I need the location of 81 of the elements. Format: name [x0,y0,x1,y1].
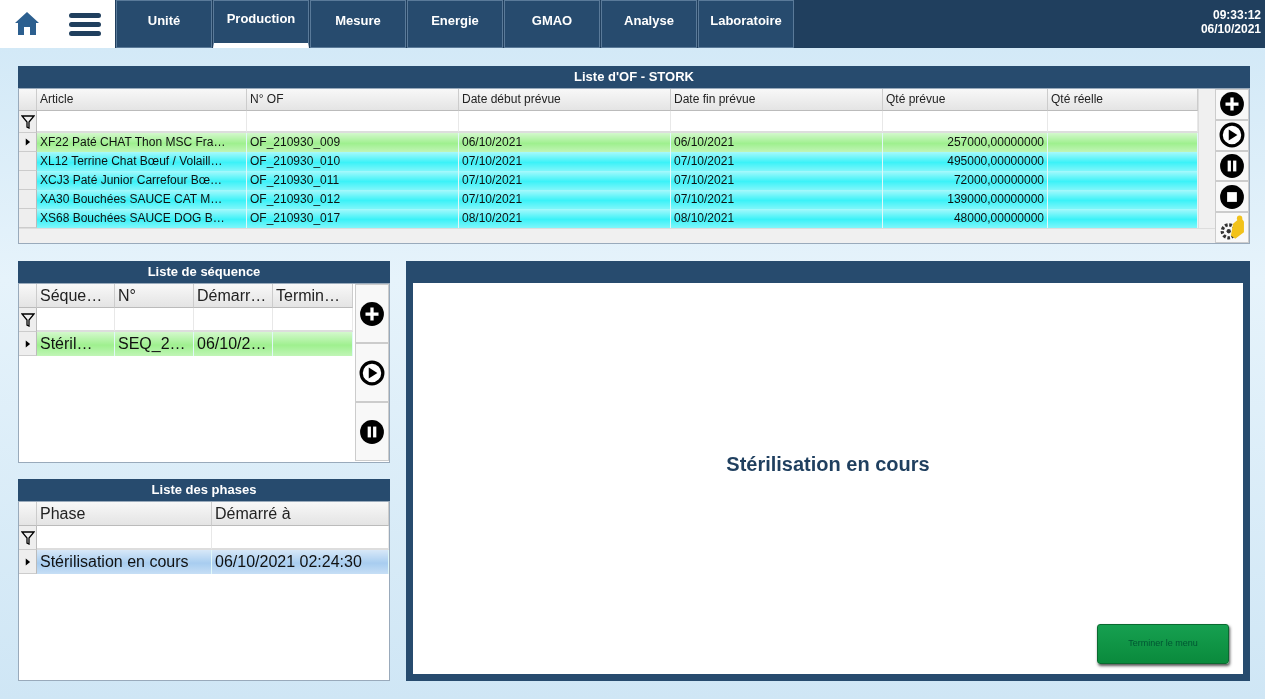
row-header[interactable] [19,332,37,356]
filter-field[interactable] [883,111,1048,133]
filter-field[interactable] [194,308,273,332]
table-row[interactable]: Stérilisation en cours 06/10/2021 02:24:30 [37,550,389,574]
filter-field[interactable] [212,526,389,550]
table-cell: SEQ_2… [115,332,194,356]
stop-icon [1219,183,1245,210]
row-header[interactable] [19,133,37,152]
pause-icon [359,418,385,445]
table-cell: Stérilisation en cours [37,550,212,574]
pause-button[interactable] [1215,150,1249,182]
panel-title: Liste des phases [18,479,390,501]
nav-tab[interactable]: Unité [116,0,212,48]
filter-field[interactable] [273,308,353,332]
start-button[interactable] [1215,119,1249,151]
table-row[interactable]: XS68 Bouchées SAUCE DOG B… OF_210930_017 08/10/2021 08/10/2021 48000,00000000 [37,209,1198,228]
table-row[interactable]: XCJ3 Paté Junior Carrefour Bœ… OF_210930_011 07/10/2021 07/10/2021 72000,00000000 [37,171,1198,190]
row-header[interactable] [19,550,37,574]
column-header[interactable]: Qté prévue [883,89,1048,111]
table-cell: 06/10/2021 02:24:30 [212,550,389,574]
column-header[interactable]: Article [37,89,247,111]
gear-icon [1219,214,1245,241]
filter-field[interactable] [37,111,247,133]
nav-tab[interactable]: Production [213,0,309,48]
menu-icon [67,10,102,38]
nav-tab[interactable]: Laboratoire [698,0,794,48]
nav-tab[interactable]: GMAO [504,0,600,48]
filter-field[interactable] [115,308,194,332]
table-cell: 06/10/2… [194,332,273,356]
header-corner [19,89,37,111]
column-header[interactable]: Date fin prévue [671,89,883,111]
play-icon [359,359,385,386]
row-pointer-icon [24,556,31,567]
filter-field[interactable] [671,111,883,133]
add-icon [1219,91,1245,118]
settings-button[interactable] [1215,212,1249,243]
filter-icon [20,312,35,327]
header-corner [19,502,37,526]
table-row[interactable]: XF22 Paté CHAT Thon MSC Fra… OF_210930_009 06/10/2021 06/10/2021 257000,00000000 [37,133,1198,152]
panel-title: Liste d'OF - STORK [18,66,1250,88]
filter-icon [20,114,35,129]
column-header[interactable]: N° [115,284,194,308]
row-pointer-icon [24,338,31,349]
status-text: Stérilisation en cours [726,451,930,477]
filter-field[interactable] [459,111,671,133]
nav-tab[interactable]: Energie [407,0,503,48]
filter-field[interactable] [37,526,212,550]
add-button[interactable] [1215,89,1249,120]
stop-button[interactable] [1215,181,1249,213]
table-row[interactable]: XL12 Terrine Chat Bœuf / Volaill… OF_210930_010 07/10/2021 07/10/2021 495000,00000000 [37,152,1198,171]
column-header[interactable]: Démarr… [194,284,273,308]
column-header[interactable]: Séque… [37,284,115,308]
table-row[interactable]: Stéril… SEQ_2… 06/10/2… [37,332,353,356]
row-pointer-icon [24,137,31,147]
clock-time: 09:33:12 [1211,8,1261,23]
vertical-scrollbar[interactable] [1198,89,1215,228]
add-icon [359,300,385,327]
column-header[interactable]: Phase [37,502,212,526]
filter-field[interactable] [37,308,115,332]
pause-button[interactable] [355,402,389,461]
filter-field[interactable] [1048,111,1198,133]
header-corner [19,284,37,308]
nav-tab[interactable]: Analyse [601,0,697,48]
nav-tab[interactable]: Mesure [310,0,406,48]
column-header[interactable]: Date début prévue [459,89,671,111]
filter-field[interactable] [247,111,459,133]
play-icon [1219,122,1245,149]
table-row[interactable]: XA30 Bouchées SAUCE CAT M… OF_210930_012 07/10/2021 07/10/2021 139000,00000000 [37,190,1198,209]
clock-date: 06/10/2021 [1200,22,1261,37]
column-header[interactable]: Qté réelle [1048,89,1198,111]
menu-button[interactable] [67,10,102,38]
table-cell: Stéril… [37,332,115,356]
start-button[interactable] [355,343,389,402]
horizontal-scrollbar[interactable] [19,228,1215,243]
column-header[interactable]: Démarré à [212,502,389,526]
pause-icon [1219,153,1245,179]
column-header[interactable]: Termin… [273,284,353,308]
filter-icon [20,530,35,545]
add-button[interactable] [355,284,389,343]
column-header[interactable]: N° OF [247,89,459,111]
panel-title: Liste de séquence [18,261,390,283]
